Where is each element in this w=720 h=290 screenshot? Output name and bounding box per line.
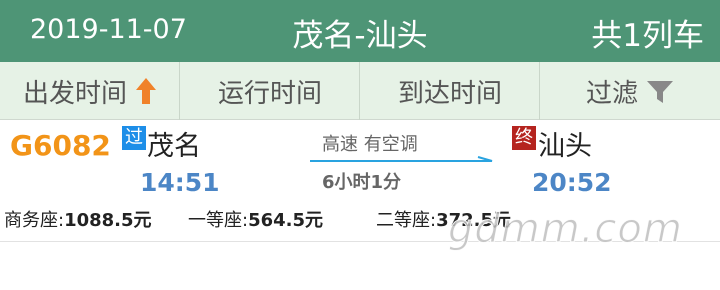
seat-business: 商务座:1088.5元 [4,206,152,232]
arrive-time: 20:52 [532,168,612,197]
sort-ascending-arrow-icon [135,77,157,105]
seat-price: 564.5元 [248,210,324,231]
seat-class-label: 二等座: [376,210,437,231]
route-arrow-icon [310,156,493,162]
train-type: 高速 有空调 [322,134,418,155]
train-count: 共1列车 [591,18,704,54]
title-bar: 2019-11-07 茂名-汕头 共1列车 [0,0,720,62]
sort-filter-bar: 出发时间 运行时间 到达时间 过滤 [0,62,720,120]
watermark: gdmm.com [448,206,683,253]
depart-time: 14:51 [140,168,220,197]
funnel-icon [646,78,674,104]
sort-by-depart-time-button[interactable]: 出发时间 [0,62,180,120]
train-number: G6082 [10,129,111,162]
sort-run-label: 运行时间 [217,78,322,109]
from-station: 茂名 [147,131,201,162]
to-station: 汕头 [538,131,592,162]
seat-class-label: 商务座: [4,210,65,231]
seat-price: 1088.5元 [64,210,152,231]
sort-by-arrive-time-button[interactable]: 到达时间 [360,62,540,120]
filter-label: 过滤 [585,78,638,109]
seat-class-label: 一等座: [188,210,249,231]
filter-button[interactable]: 过滤 [540,62,720,120]
sort-arrive-label: 到达时间 [397,78,502,109]
terminal-badge: 终 [512,126,536,150]
pass-through-badge: 过 [122,126,146,150]
seat-first-class: 一等座:564.5元 [188,206,323,232]
sort-by-run-time-button[interactable]: 运行时间 [180,62,360,120]
duration: 6小时1分 [322,172,402,193]
sort-depart-label: 出发时间 [22,78,127,109]
